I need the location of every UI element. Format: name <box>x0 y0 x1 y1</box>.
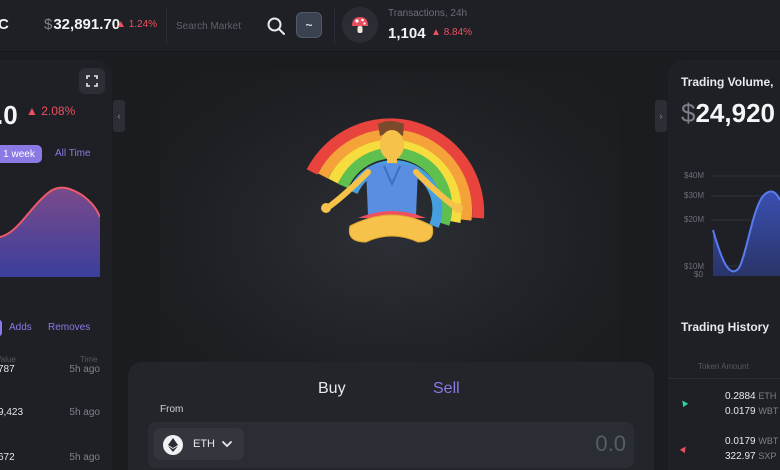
tab-edge-indicator <box>0 320 2 336</box>
menu-button-label: ~ <box>305 18 313 32</box>
y-tick-label: $20M <box>684 215 704 224</box>
token-name: ETH <box>193 438 215 450</box>
meditating-person-rainbow-illustration <box>306 118 485 243</box>
panel-value: .0 <box>0 100 18 130</box>
trade-amount-value: 0.0179 <box>725 436 756 447</box>
row-time: 5h ago <box>69 452 100 463</box>
from-label: From <box>160 404 184 415</box>
price-change: ▲ 1.24% <box>116 19 158 30</box>
tab-sell[interactable]: Sell <box>433 380 460 398</box>
expand-icon <box>86 75 98 87</box>
row-value: 9,423 <box>0 407 24 418</box>
ethereum-icon <box>163 435 183 455</box>
divider <box>334 8 335 44</box>
menu-button[interactable]: ~ <box>296 12 322 38</box>
volume-currency: $ <box>681 98 696 128</box>
y-tick-label: $40M <box>684 171 704 180</box>
y-tick-label: $30M <box>684 191 704 200</box>
tab-buy[interactable]: Buy <box>318 380 346 398</box>
range-all-time-button[interactable]: All Time <box>55 148 91 159</box>
market-price: $32,891.70 <box>44 16 120 33</box>
transactions-label: Transactions, 24h <box>388 8 468 19</box>
left-chart-area <box>0 187 100 277</box>
trade-amount: 0.2884 ETH <box>725 391 776 402</box>
row-value: 787 <box>0 364 15 375</box>
trade-token: WBT <box>758 406 779 416</box>
tab-removes[interactable]: Removes <box>48 322 90 333</box>
column-header-value: Value <box>0 355 16 364</box>
transactions-change: ▲ 8.84% <box>431 27 473 38</box>
column-header-token-amount: Token Amount <box>698 362 749 371</box>
transactions-icon-badge <box>342 7 378 43</box>
price-currency: $ <box>44 16 53 33</box>
transactions-change-value: 8.84% <box>443 27 473 38</box>
trade-amount: 0.0179 WBT <box>725 436 778 447</box>
divider <box>668 378 780 379</box>
panel-change-value: 2.08% <box>41 104 76 118</box>
trade-amount-value: 0.0179 <box>725 406 756 417</box>
y-tick-label: $0 <box>694 270 703 279</box>
mushroom-icon <box>352 17 368 33</box>
expand-button[interactable] <box>79 68 105 94</box>
trade-amount: 0.0179 WBT <box>725 406 778 417</box>
panel-change: ▲ 2.08% <box>26 104 76 118</box>
row-value: 672 <box>0 452 15 463</box>
chevron-down-icon <box>222 441 232 448</box>
amount-input[interactable] <box>440 428 626 460</box>
trade-token: SXP <box>758 451 777 461</box>
price-value: 32,891.70 <box>53 16 121 33</box>
row-time: 5h ago <box>69 364 100 375</box>
ticker-symbol: C <box>0 16 9 33</box>
trade-token: WBT <box>758 436 779 446</box>
left-area-chart <box>0 186 100 277</box>
trading-volume-value: $24,920 <box>681 98 775 129</box>
collapse-right-button[interactable]: › <box>655 100 667 132</box>
trading-volume-title: Trading Volume, <box>681 75 774 89</box>
trade-amount-value: 0.2884 <box>725 391 756 402</box>
trade-amount-value: 322.97 <box>725 451 756 462</box>
row-time: 5h ago <box>69 407 100 418</box>
volume-amount: 24,920 <box>695 98 775 128</box>
trading-history-title: Trading History <box>681 320 770 334</box>
trade-amount: 322.97 SXP <box>725 451 776 462</box>
divider <box>166 8 167 44</box>
volume-chart-area <box>713 191 780 276</box>
price-change-value: 1.24% <box>128 19 158 30</box>
trade-token: ETH <box>758 391 777 401</box>
tab-adds[interactable]: Adds <box>9 322 32 333</box>
search-icon[interactable] <box>266 16 286 36</box>
trading-volume-chart: $40M $30M $20M $10M $0 <box>684 171 780 279</box>
collapse-left-button[interactable]: ‹ <box>113 100 125 132</box>
transactions-value: 1,104 <box>388 25 426 42</box>
column-header-time: Time <box>80 355 98 364</box>
range-week-button[interactable]: 1 week <box>0 145 42 163</box>
ethereum-logo <box>168 438 178 452</box>
